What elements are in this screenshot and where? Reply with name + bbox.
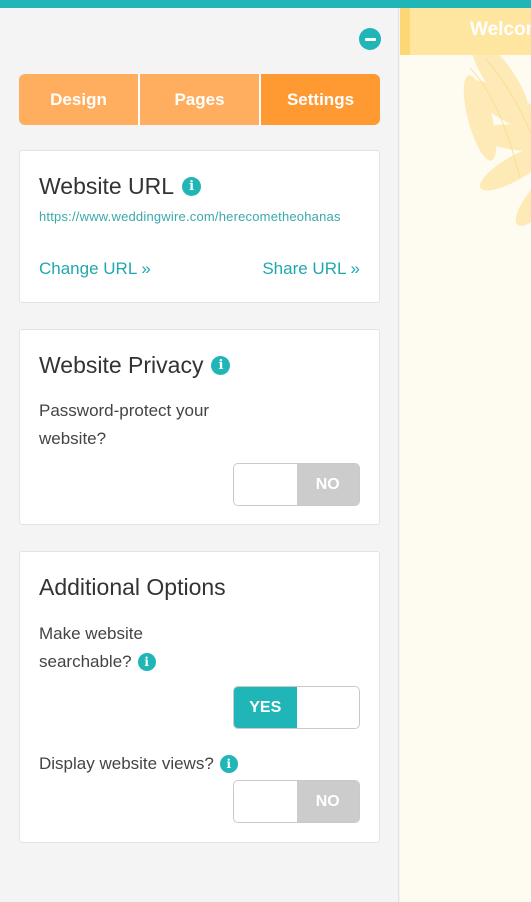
- password-protect-label-line1: Password-protect your: [39, 401, 210, 420]
- display-views-toggle[interactable]: NO: [233, 780, 360, 823]
- tab-settings[interactable]: Settings: [259, 74, 380, 125]
- searchable-toggle[interactable]: YES: [233, 686, 360, 729]
- sidebar-tabs: Design Pages Settings: [19, 74, 380, 125]
- website-preview: Welcome: [400, 8, 531, 902]
- change-url-link[interactable]: Change URL »: [39, 259, 151, 279]
- website-url-value: https://www.weddingwire.com/herecometheo…: [39, 209, 341, 224]
- toggle-empty-side: [234, 464, 297, 505]
- settings-sidebar: Design Pages Settings Website URL i http…: [0, 8, 399, 902]
- website-url-heading: Website URL: [39, 173, 175, 199]
- minus-icon: [364, 37, 376, 41]
- display-views-label: Display website views?: [39, 754, 214, 773]
- website-url-title: Website URL i: [39, 173, 202, 200]
- toggle-yes-state: YES: [234, 687, 297, 728]
- top-accent-bar: [0, 0, 531, 8]
- info-icon[interactable]: i: [182, 177, 202, 196]
- additional-options-card: Additional Options Make website searchab…: [19, 551, 380, 843]
- password-protect-label: Password-protect your website?: [39, 397, 209, 453]
- website-privacy-card: Website Privacy i Password-protect your …: [19, 329, 380, 525]
- website-url-card: Website URL i https://www.weddingwire.co…: [19, 150, 380, 303]
- website-privacy-heading: Website Privacy: [39, 352, 204, 378]
- toggle-empty-side: [296, 687, 359, 728]
- toggle-no-state: NO: [296, 464, 359, 505]
- collapse-sidebar-button[interactable]: [359, 28, 381, 50]
- additional-options-title: Additional Options: [39, 574, 226, 600]
- tab-pages[interactable]: Pages: [138, 74, 259, 125]
- searchable-label-line2: searchable?: [39, 652, 132, 671]
- searchable-label-line2-row: searchable? i: [39, 648, 156, 676]
- flower-decoration: [463, 39, 531, 226]
- toggle-no-state: NO: [296, 781, 359, 822]
- display-views-label-row: Display website views? i: [39, 750, 238, 778]
- password-protect-label-line2: website?: [39, 429, 107, 448]
- welcome-banner-edge: [400, 8, 410, 55]
- password-protect-toggle[interactable]: NO: [233, 463, 360, 506]
- searchable-label-line1: Make website: [39, 624, 143, 643]
- toggle-empty-side: [234, 781, 297, 822]
- tab-design[interactable]: Design: [19, 74, 138, 125]
- searchable-label: Make website searchable? i: [39, 620, 156, 676]
- info-icon[interactable]: i: [137, 653, 156, 671]
- welcome-text: Welcome: [470, 19, 531, 40]
- info-icon[interactable]: i: [219, 755, 238, 773]
- info-icon[interactable]: i: [211, 356, 231, 375]
- share-url-link[interactable]: Share URL »: [262, 259, 360, 279]
- website-privacy-title: Website Privacy i: [39, 352, 231, 379]
- welcome-banner: Welcome: [400, 8, 531, 55]
